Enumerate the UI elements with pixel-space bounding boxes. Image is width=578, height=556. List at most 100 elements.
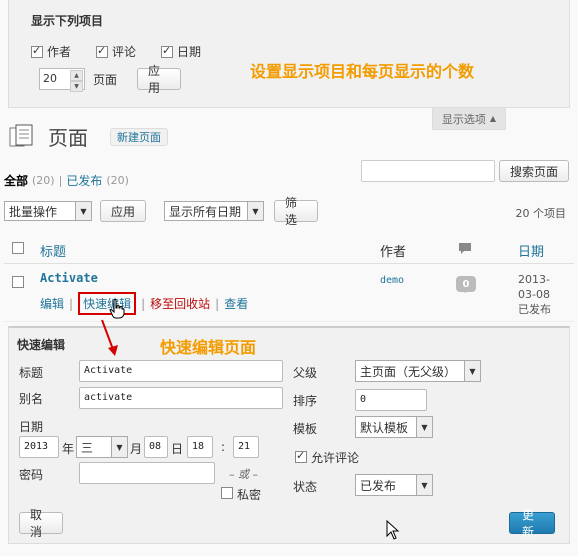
caret-up-icon: ▲ [489,114,497,123]
view-published[interactable]: 已发布 [66,172,102,189]
row-status: 已发布 [518,303,551,316]
allow-comments-label: 允许评论 [311,451,360,465]
per-page-spinner[interactable]: ▲ ▼ [70,70,83,92]
hour-input[interactable]: 18 [187,436,213,458]
time-colon: : [221,440,226,454]
filter-button[interactable]: 筛选 [274,196,318,227]
row-date-line2: 03-08 [518,288,550,301]
bulk-apply-button[interactable]: 应用 [100,200,146,222]
row-title-link[interactable]: Activate [40,271,98,285]
page-title: 页面 [48,126,88,150]
comments-toggle-label: 评论 [112,45,137,59]
trash-link[interactable]: 移至回收站 [150,295,210,312]
search-pages-button[interactable]: 搜索页面 [499,160,570,182]
chevron-down-icon: ▼ [247,202,263,220]
item-count: 20 个项目 [515,207,567,220]
status-views: 全部 (20) | 已发布 (20) [4,172,129,189]
screen-options-tab[interactable]: 显示选项 ▲ [432,108,506,130]
view-all[interactable]: 全部 [4,172,28,189]
comments-checkbox[interactable] [96,44,108,58]
year-suffix: 年 [62,442,75,456]
row-author-link[interactable]: demo [380,275,404,286]
action-separator: | [215,296,220,311]
screen-options-tab-label: 显示选项 [441,112,486,126]
spin-down-icon[interactable]: ▼ [70,81,83,92]
comment-count-badge[interactable]: 0 [456,276,476,293]
column-toggle-date[interactable]: 日期 [161,43,201,60]
slug-field-label: 别名 [19,392,44,406]
year-input[interactable]: 2013 [19,436,59,458]
bulk-actions-value: 批量操作 [9,204,58,219]
view-link[interactable]: 查看 [224,295,248,312]
day-input[interactable]: 08 [144,436,168,458]
date-checkbox[interactable] [161,44,173,58]
slug-input[interactable]: activate [79,387,283,409]
private-label: 私密 [237,488,262,502]
select-all-checkbox[interactable] [12,242,24,254]
order-input[interactable]: 0 [355,389,427,411]
chevron-down-icon: ▼ [75,202,91,220]
dates-select[interactable]: 显示所有日期 ▼ [164,201,264,221]
date-toggle-label: 日期 [177,45,202,59]
status-value: 已发布 [360,478,397,493]
table-header: 标题 作者 日期 [4,232,574,264]
parent-select[interactable]: 主页面（无父级） ▼ [355,360,481,382]
arrow-cursor-icon [386,520,400,540]
per-page-input[interactable]: 20 ▲ ▼ [39,68,85,92]
per-page-label: 页面 [93,72,118,87]
password-field-label: 密码 [19,468,44,482]
screen-options-annotation: 设置显示项目和每页显示的个数 [250,62,475,81]
parent-value: 主页面（无父级） [360,364,457,379]
row-actions: 编辑 | 快速编辑 | 移至回收站 | 查看 [40,292,248,315]
password-input[interactable] [79,462,215,484]
author-checkbox[interactable] [31,44,43,58]
date-field-label: 日期 [19,420,44,434]
pages-icon [9,124,33,147]
template-value: 默认模板 [360,420,409,435]
title-input[interactable]: Activate [79,360,283,382]
template-select[interactable]: 默认模板 ▼ [355,416,433,438]
status-select[interactable]: 已发布 ▼ [355,474,433,496]
status-field-label: 状态 [293,480,318,494]
view-all-count: (20) [32,174,55,187]
tablenav: 批量操作 ▼ 应用 显示所有日期 ▼ 筛选 20 个项目 [0,196,578,227]
column-toggle-author[interactable]: 作者 [31,43,71,60]
private-checkbox[interactable] [221,487,233,499]
author-toggle-label: 作者 [47,45,72,59]
quick-edit-heading: 快速编辑 [17,338,66,352]
view-separator: | [58,174,63,187]
column-title-header[interactable]: 标题 [40,241,66,260]
edit-link[interactable]: 编辑 [40,295,64,312]
comment-icon[interactable] [458,242,472,255]
month-select[interactable]: 三 ▼ [76,436,128,458]
spin-up-icon[interactable]: ▲ [70,70,83,81]
month-suffix: 月 [130,442,143,456]
title-field-label: 标题 [19,366,44,380]
row-date: 2013- 03-08 已发布 [518,272,551,317]
cancel-button[interactable]: 取消 [19,508,63,539]
per-page-value: 20 [43,72,57,85]
column-author-header: 作者 [380,245,407,260]
or-label: – 或 – [229,468,258,481]
column-toggle-comments[interactable]: 评论 [96,43,136,60]
column-date-header[interactable]: 日期 [518,241,544,260]
minute-input[interactable]: 21 [233,436,259,458]
row-checkbox[interactable] [12,276,24,288]
add-new-page-button[interactable]: 新建页面 [110,128,168,146]
update-button[interactable]: 更新 [509,508,555,539]
chevron-down-icon: ▼ [416,417,432,437]
bulk-actions-select[interactable]: 批量操作 ▼ [4,201,92,221]
month-value: 三 [81,440,94,455]
search-input[interactable] [361,160,495,182]
row-date-line1: 2013- [518,273,550,286]
red-arrow-icon [101,319,118,356]
action-separator: | [69,296,74,311]
quick-edit-annotation: 快速编辑页面 [160,338,257,357]
allow-comments-checkbox[interactable] [295,449,307,463]
view-published-count: (20) [106,174,129,187]
per-page-control: 20 ▲ ▼ 页面 应用 [39,64,182,95]
template-field-label: 模板 [293,422,318,436]
quick-edit-panel: 快速编辑 标题 Activate 别名 activate 日期 2013 年 三… [8,326,570,544]
dates-value: 显示所有日期 [169,204,242,219]
screen-options-apply-button[interactable]: 应用 [137,64,182,95]
